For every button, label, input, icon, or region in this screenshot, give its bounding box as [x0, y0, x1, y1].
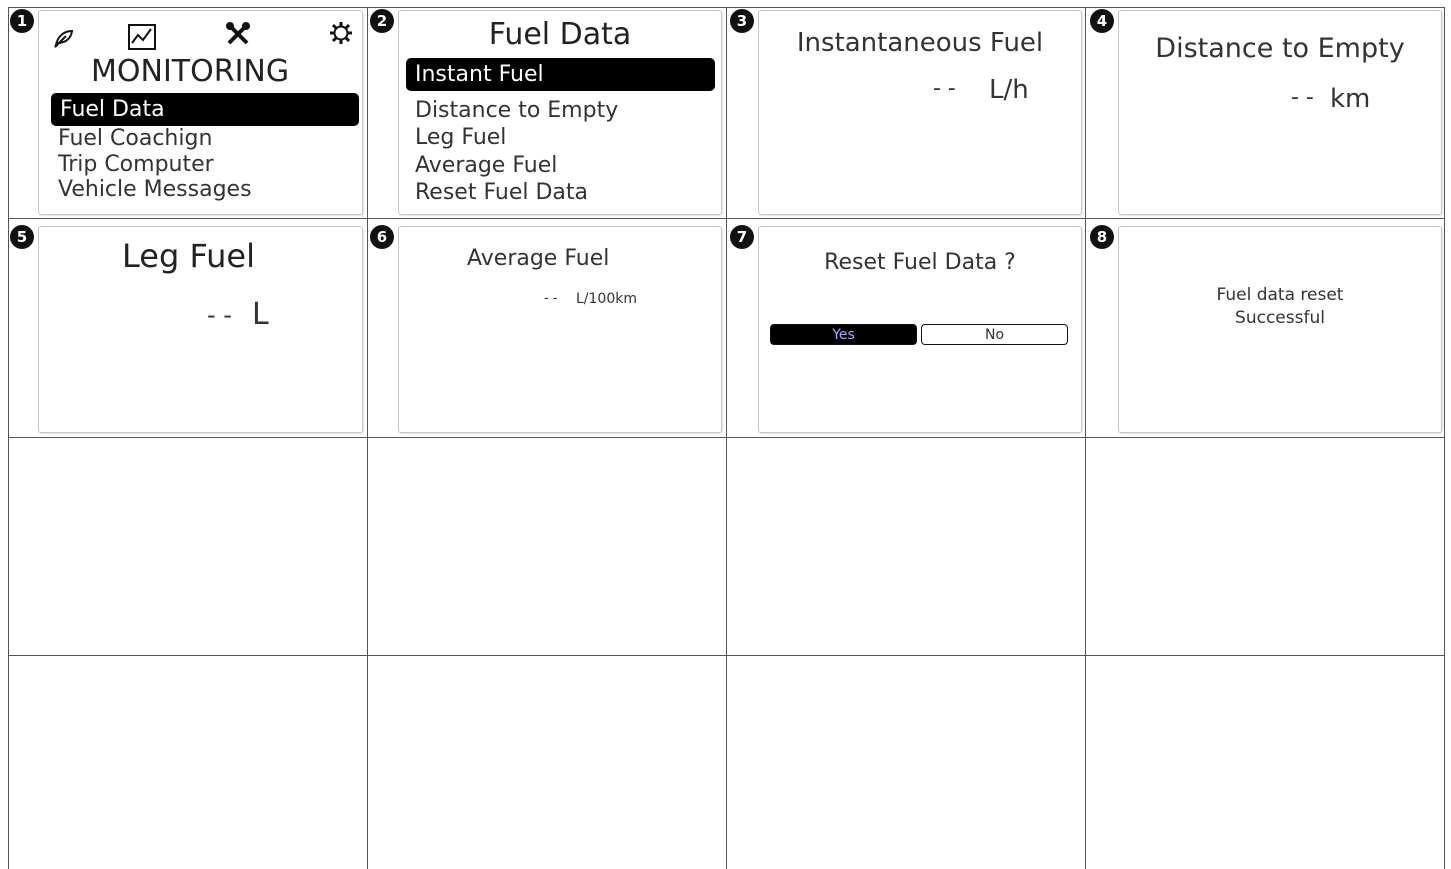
- menu-item-vehicle-messages[interactable]: Vehicle Messages: [58, 177, 252, 202]
- leg-fuel-value: - -: [207, 301, 232, 329]
- yes-button[interactable]: Yes: [770, 324, 917, 345]
- menu-item-leg-fuel[interactable]: Leg Fuel: [415, 125, 506, 150]
- step-badge-1: 1: [10, 9, 34, 33]
- menu-item-reset-fuel-data[interactable]: Reset Fuel Data: [415, 180, 588, 205]
- grid-line-h3: [8, 437, 1445, 438]
- wrench-icon[interactable]: [225, 21, 251, 47]
- grid-line-v4: [1085, 7, 1086, 869]
- gear-icon[interactable]: [329, 21, 353, 45]
- screen-monitoring-menu: MONITORING Fuel Data Fuel Coachign Trip …: [38, 10, 363, 215]
- menu-item-average-fuel[interactable]: Average Fuel: [415, 153, 557, 178]
- instantaneous-fuel-unit: L/h: [989, 75, 1029, 105]
- screen-average-fuel: Average Fuel - - L/100km: [398, 226, 722, 433]
- grid-line-h2: [8, 218, 1445, 219]
- no-button[interactable]: No: [921, 324, 1068, 345]
- screen-reset-fuel-data: Reset Fuel Data ? Yes No: [758, 226, 1082, 433]
- reset-fuel-data-question: Reset Fuel Data ?: [824, 250, 1016, 275]
- step-badge-5: 5: [10, 225, 34, 249]
- screen-leg-fuel: Leg Fuel - - L: [38, 226, 363, 433]
- step-badge-7: 7: [730, 225, 754, 249]
- average-fuel-unit: L/100km: [576, 291, 637, 307]
- distance-to-empty-value: - -: [1291, 85, 1314, 110]
- screen-fuel-data-menu: Fuel Data Instant Fuel Distance to Empty…: [398, 10, 722, 215]
- grid-line-h1: [8, 7, 1445, 8]
- leaf-icon[interactable]: [53, 27, 75, 49]
- menu-item-trip-computer[interactable]: Trip Computer: [58, 152, 214, 177]
- reset-success-line2: Successful: [1235, 308, 1325, 328]
- step-badge-4: 4: [1090, 9, 1114, 33]
- chart-icon[interactable]: [127, 23, 157, 51]
- step-badge-2: 2: [370, 9, 394, 33]
- step-badge-3: 3: [730, 9, 754, 33]
- leg-fuel-unit: L: [252, 297, 269, 332]
- instantaneous-fuel-title: Instantaneous Fuel: [796, 28, 1044, 58]
- grid-line-v2: [367, 7, 368, 869]
- average-fuel-title: Average Fuel: [467, 246, 610, 271]
- distance-to-empty-title: Distance to Empty: [1155, 33, 1405, 64]
- step-badge-8: 8: [1090, 225, 1114, 249]
- screen-distance-to-empty: Distance to Empty - - km: [1118, 10, 1442, 215]
- menu-item-instant-fuel-selected[interactable]: Instant Fuel: [406, 58, 715, 91]
- grid-line-v5: [1444, 7, 1445, 869]
- screen-fuel-data-reset-successful: Fuel data reset Successful: [1118, 226, 1442, 433]
- leg-fuel-title: Leg Fuel: [122, 237, 255, 275]
- step-badge-6: 6: [370, 225, 394, 249]
- distance-to-empty-unit: km: [1330, 84, 1371, 114]
- grid-line-v3: [726, 7, 727, 869]
- average-fuel-value: - -: [544, 291, 558, 306]
- screen-instantaneous-fuel: Instantaneous Fuel - - L/h: [758, 10, 1082, 215]
- instantaneous-fuel-value: - -: [933, 76, 956, 101]
- menu-item-distance-to-empty[interactable]: Distance to Empty: [415, 98, 618, 123]
- grid-line-h4: [8, 655, 1445, 656]
- grid-line-v1: [8, 7, 9, 869]
- fuel-data-title: Fuel Data: [488, 17, 632, 52]
- menu-item-fuel-data-selected[interactable]: Fuel Data: [51, 93, 359, 126]
- reset-success-line1: Fuel data reset: [1216, 285, 1344, 305]
- menu-item-fuel-coaching[interactable]: Fuel Coachign: [58, 126, 212, 151]
- monitoring-title: MONITORING: [91, 54, 290, 89]
